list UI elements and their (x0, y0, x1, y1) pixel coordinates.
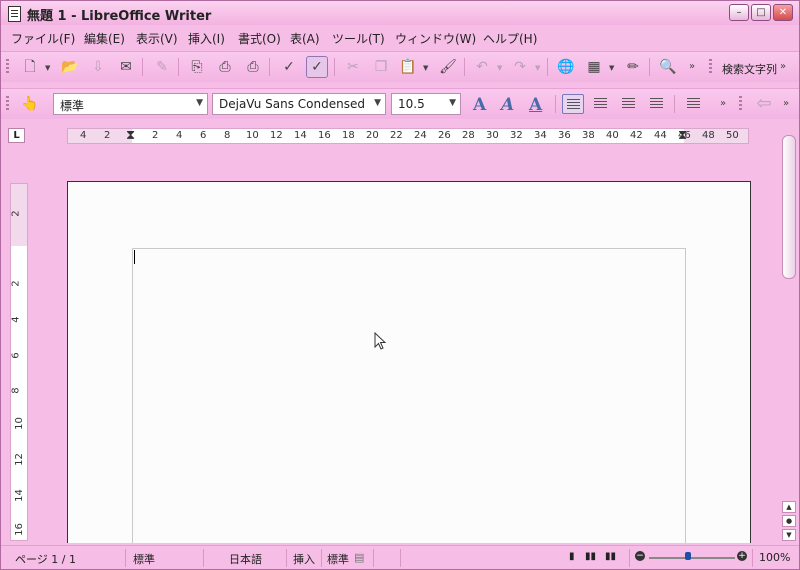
zoom-out-icon[interactable]: − (635, 551, 645, 561)
tab-stop-selector[interactable]: L (8, 128, 25, 143)
insert-mode[interactable]: 挿入 (293, 551, 315, 567)
table-icon[interactable]: ▦ (583, 56, 605, 78)
toolbar-grip[interactable] (6, 96, 9, 112)
navigator-icon[interactable]: ● (782, 515, 796, 527)
redo-icon[interactable]: ↷ (509, 56, 531, 78)
spellcheck-icon[interactable]: ✓ (278, 56, 300, 78)
menu-help[interactable]: ヘルプ(H) (483, 30, 537, 47)
paste-icon[interactable]: 📋 (397, 56, 419, 78)
horizontal-ruler[interactable]: 4 2 ⧗ 2 4 6 8 10 12 14 16 18 20 22 24 26… (67, 128, 749, 144)
page-count[interactable]: ページ 1 / 1 (15, 551, 76, 567)
scrollbar-thumb[interactable] (782, 135, 796, 279)
standard-toolbar: 🗋 ▼ 📂 ⇩ ✉ ✎ ⎘ ⎙ ⎙ ✓ ✓ ✂ ❐ 📋 ▼ 🖌 ↶ ▼ ↷ ▼ … (1, 51, 799, 82)
toolbar-more-icon-4[interactable]: » (781, 93, 791, 115)
toolbar-more-icon[interactable]: » (687, 56, 697, 78)
formatting-toolbar: 👆 標準 ▼ DejaVu Sans Condensed ▼ 10.5 ▼ A A A… (1, 88, 799, 119)
cut-icon[interactable]: ✂ (342, 56, 364, 78)
open-folder-icon[interactable]: 📂 (59, 56, 81, 78)
justify-icon[interactable] (646, 94, 668, 114)
align-center-icon[interactable] (590, 94, 612, 114)
close-button[interactable]: ✕ (773, 4, 793, 21)
title-bar: 無題 1 - LibreOffice Writer – □ ✕ (1, 1, 799, 25)
toolbar-more-icon-3[interactable]: » (718, 93, 728, 115)
hyperlink-icon[interactable]: 🌐 (555, 56, 577, 78)
document-area[interactable] (34, 151, 781, 543)
menu-table[interactable]: 表(A) (290, 30, 320, 47)
next-page-icon[interactable]: ▼ (782, 529, 796, 541)
toolbar-grip[interactable] (6, 59, 9, 75)
search-label: 検索文字列 (722, 63, 777, 76)
menu-tools[interactable]: ツール(T) (332, 30, 385, 47)
document-icon (8, 6, 21, 22)
align-right-icon[interactable] (618, 94, 640, 114)
menu-window[interactable]: ウィンドウ(W) (395, 30, 476, 47)
undo-dropdown-icon[interactable]: ▼ (497, 64, 502, 72)
edit-file-icon[interactable]: ✎ (151, 56, 173, 78)
save-icon[interactable]: ⇩ (87, 56, 109, 78)
minimize-button[interactable]: – (729, 4, 749, 21)
vertical-ruler[interactable]: 2 2 4 6 8 10 12 14 16 (10, 183, 28, 541)
zoom-in-icon[interactable]: + (737, 551, 747, 561)
menu-bar: ファイル(F) 編集(E) 表示(V) 挿入(I) 書式(O) 表(A) ツール… (1, 26, 799, 48)
new-document-icon[interactable]: 🗋 (19, 56, 41, 78)
page-style[interactable]: 標準 (133, 551, 155, 567)
single-page-view-icon[interactable]: ▮ (569, 551, 575, 562)
text-cursor (134, 250, 135, 264)
toolbar-more-icon-2[interactable]: » (778, 56, 788, 78)
redo-dropdown-icon[interactable]: ▼ (535, 64, 540, 72)
new-dropdown-icon[interactable]: ▼ (45, 64, 50, 72)
selection-mode[interactable]: 標準 (327, 551, 349, 567)
document-page[interactable] (67, 181, 751, 543)
autospellcheck-icon[interactable]: ✓ (306, 56, 328, 78)
copy-icon[interactable]: ❐ (370, 56, 392, 78)
status-bar: ページ 1 / 1 標準 日本語 挿入 標準 ▤ ▮ ▮▮ ▮▮ − + 100… (1, 545, 799, 569)
document-modified-icon: ▤ (354, 551, 365, 564)
zoom-slider[interactable] (649, 557, 735, 559)
find-replace-icon[interactable]: 🔍 (657, 56, 679, 78)
undo-icon[interactable]: ↶ (471, 56, 493, 78)
menu-file[interactable]: ファイル(F) (11, 30, 75, 47)
multi-page-view-icon[interactable]: ▮▮ (585, 551, 596, 562)
menu-edit[interactable]: 編集(E) (84, 30, 125, 47)
maximize-button[interactable]: □ (751, 4, 771, 21)
vertical-scrollbar[interactable]: ▲ ● ▼ (781, 127, 797, 543)
print-icon[interactable]: ⎙ (214, 56, 236, 78)
book-view-icon[interactable]: ▮▮ (605, 551, 616, 562)
paste-dropdown-icon[interactable]: ▼ (423, 64, 428, 72)
previous-page-icon[interactable]: ▲ (782, 501, 796, 513)
language-indicator[interactable]: 日本語 (229, 551, 262, 567)
email-icon[interactable]: ✉ (115, 56, 137, 78)
menu-format[interactable]: 書式(O) (238, 30, 281, 47)
left-indent-marker[interactable]: ⧗ (126, 129, 135, 143)
mouse-pointer-icon (374, 332, 387, 350)
text-boundary[interactable] (132, 248, 686, 543)
bold-icon[interactable]: A (473, 95, 486, 115)
numbering-icon[interactable] (683, 94, 705, 114)
show-draw-functions-icon[interactable]: ✏ (622, 56, 644, 78)
clone-formatting-icon[interactable]: 🖌 (437, 56, 459, 78)
menu-view[interactable]: 表示(V) (136, 30, 178, 47)
align-left-icon[interactable] (562, 94, 584, 114)
back-arrow-icon[interactable]: ⇦ (753, 93, 775, 115)
styles-formatting-icon[interactable]: 👆 (19, 93, 41, 115)
paragraph-style-select[interactable]: 標準 ▼ (53, 93, 208, 115)
print-preview-icon[interactable]: ⎙ (242, 56, 264, 78)
font-name-select[interactable]: DejaVu Sans Condensed ▼ (212, 93, 386, 115)
menu-insert[interactable]: 挿入(I) (188, 30, 225, 47)
ruler-area: L 4 2 ⧗ 2 4 6 8 10 12 14 16 18 20 22 24 … (1, 125, 799, 147)
font-size-select[interactable]: 10.5 ▼ (391, 93, 461, 115)
underline-icon[interactable]: A (529, 95, 542, 115)
italic-icon[interactable]: A (501, 95, 514, 115)
zoom-level[interactable]: 100% (759, 551, 790, 564)
writer-window: 無題 1 - LibreOffice Writer – □ ✕ ファイル(F) … (0, 0, 800, 570)
export-pdf-icon[interactable]: ⎘ (186, 56, 208, 78)
table-dropdown-icon[interactable]: ▼ (609, 64, 614, 72)
zoom-slider-knob[interactable] (685, 552, 691, 560)
window-title: 無題 1 - LibreOffice Writer (27, 9, 212, 24)
